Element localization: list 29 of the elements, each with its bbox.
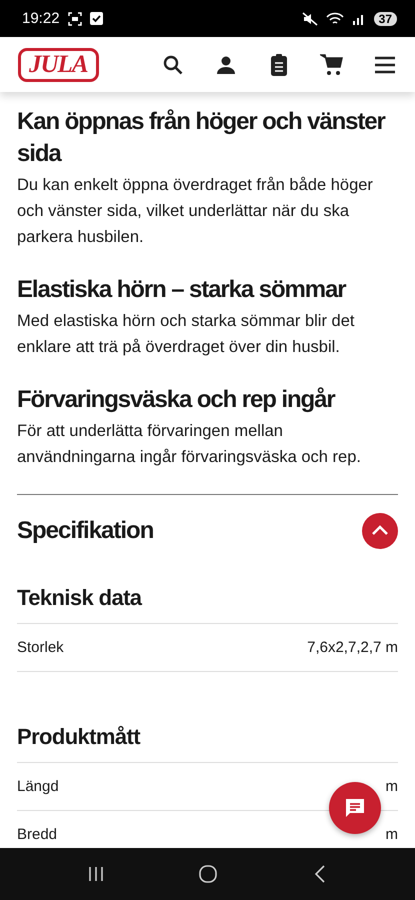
section-text: För att underlätta förvaringen mellan användningarna ingår förvaringsväska och rep. <box>17 421 362 468</box>
spec-value: m <box>386 826 398 843</box>
group-heading: Teknisk data <box>17 584 144 612</box>
screenshot-icon <box>68 12 82 26</box>
collapse-button[interactable] <box>362 513 398 549</box>
logo[interactable]: JULA <box>18 48 98 82</box>
spec-label: Längd <box>17 778 59 795</box>
checkbox-icon <box>90 12 103 25</box>
spec-label: Storlek <box>17 639 64 656</box>
section-heading: Förvaringsväska och rep ingår <box>17 385 336 415</box>
spec-value: 7,6x2,7,2,7 m <box>307 639 398 656</box>
battery-level: 37 <box>374 12 397 26</box>
chat-button[interactable] <box>329 782 381 834</box>
cart-icon[interactable] <box>320 52 344 76</box>
group-heading: Produktmått <box>17 723 142 751</box>
section-text: Med elastiska hörn och starka sömmar blir det enklare att trä på överdraget över din husbil. <box>17 311 356 358</box>
home-icon[interactable] <box>198 864 218 884</box>
section-heading: Elastiska hörn – starka sömmar <box>17 275 348 305</box>
status-time: 19:22 <box>22 10 60 27</box>
chat-icon <box>343 796 367 820</box>
recent-apps-icon[interactable] <box>86 865 105 883</box>
signal-icon <box>352 12 366 25</box>
section-text: Du kan enkelt öppna överdraget från både höger och vänster sida, vilket underlättar när du ska parkera husbilen. <box>17 175 374 248</box>
specification-heading: Specifikation <box>17 516 154 546</box>
mute-icon <box>302 12 318 26</box>
spec-value: m <box>386 778 398 795</box>
spec-label: Bredd <box>17 826 58 843</box>
section-heading: Kan öppnas från höger och vänster sida <box>17 107 386 169</box>
wifi-icon <box>326 12 344 26</box>
